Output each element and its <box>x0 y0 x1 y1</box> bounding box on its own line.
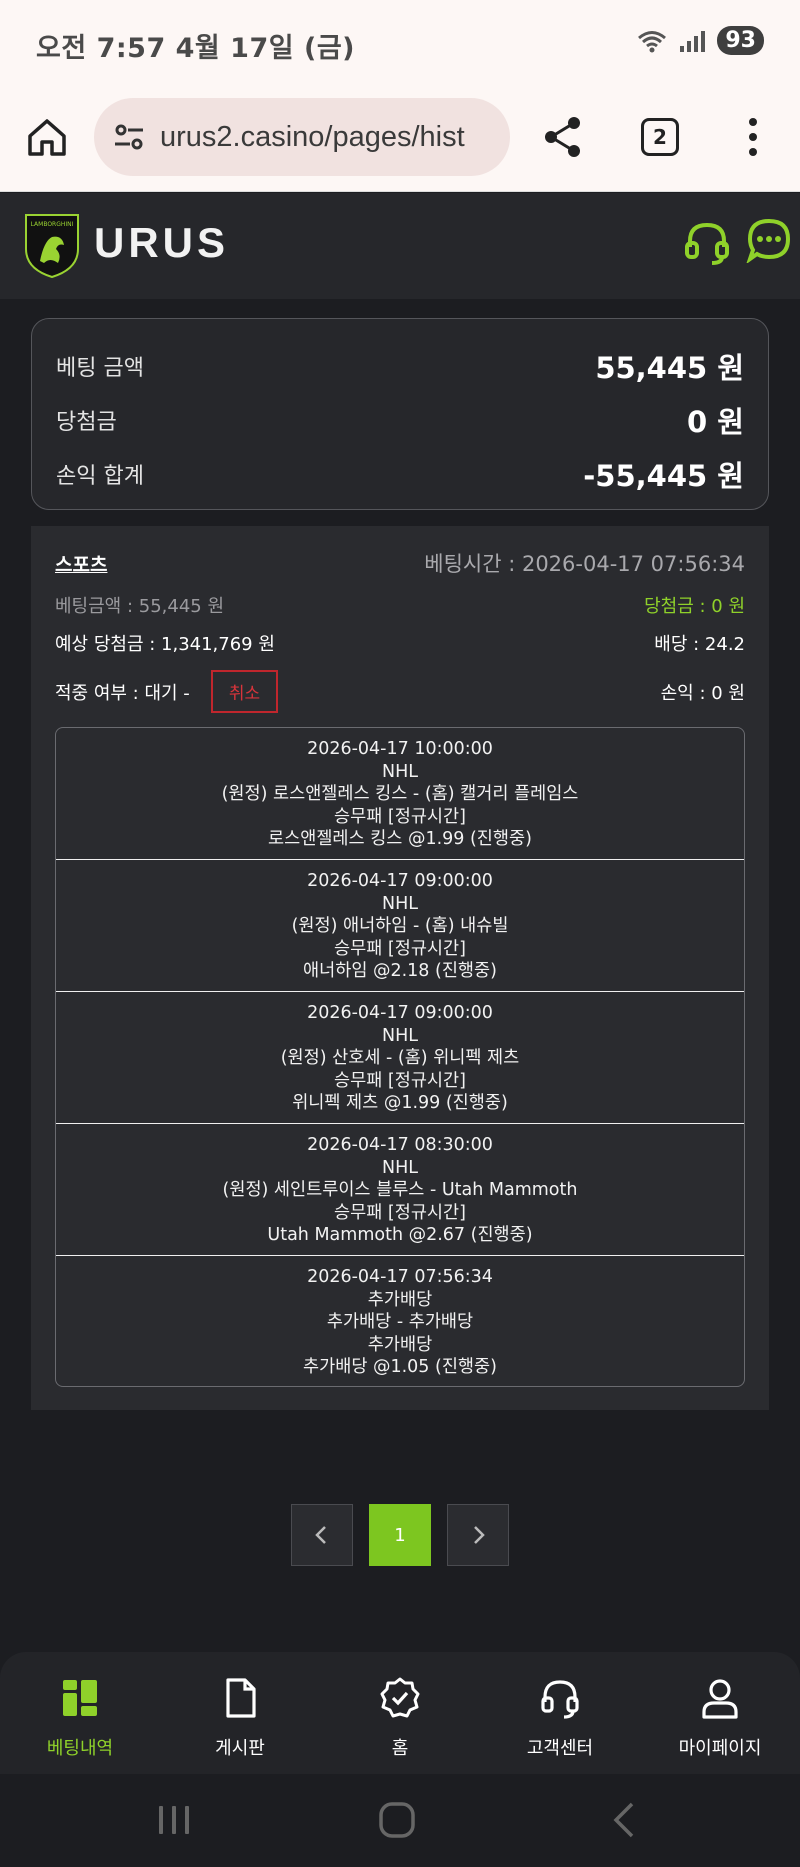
system-navigation-bar <box>0 1774 800 1867</box>
nav-item-mypage[interactable]: 마이페이지 <box>640 1652 800 1774</box>
bet-category-link[interactable]: 스포츠 <box>55 550 107 577</box>
page-button-current[interactable]: 1 <box>369 1504 431 1566</box>
summary-row-bet-amount: 베팅 금액 55,445 원 <box>56 345 744 387</box>
summary-value: -55,445 원 <box>583 459 744 493</box>
chevron-left-icon <box>315 1526 326 1544</box>
bet-record-panel: 스포츠 베팅시간 : 2026-04-17 07:56:34 베팅금액 : 55… <box>31 526 769 1410</box>
game-datetime: 2026-04-17 09:00:00 <box>307 1003 493 1023</box>
game-match: (원정) 애너하임 - (홈) 내슈빌 <box>291 916 509 937</box>
user-icon <box>702 1679 738 1719</box>
recent-apps-icon[interactable] <box>154 1800 194 1840</box>
game-list: 2026-04-17 10:00:00 NHL (원정) 로스앤젤레스 킹스 -… <box>55 727 745 1387</box>
bet-amount: 베팅금액 : 55,445 원 <box>55 596 225 617</box>
bottom-navigation: 베팅내역 게시판 홈 고객센터 마이페이지 <box>0 1652 800 1774</box>
brand-name: URUS <box>94 219 230 266</box>
game-market: 승무패 [정규시간] <box>334 1070 466 1091</box>
betting-summary-card: 베팅 금액 55,445 원 당첨금 0 원 손익 합계 -55,445 원 <box>31 318 769 510</box>
badge-check-icon <box>380 1677 420 1718</box>
bet-time: 베팅시간 : 2026-04-17 07:56:34 <box>424 552 745 576</box>
chevron-right-icon <box>474 1526 485 1544</box>
game-league: NHL <box>382 761 418 782</box>
battery-indicator: 93 <box>717 26 764 55</box>
game-item: 2026-04-17 10:00:00 NHL (원정) 로스앤젤레스 킹스 -… <box>56 728 744 860</box>
game-datetime: 2026-04-17 09:00:00 <box>307 871 493 891</box>
status-bar: 오전 7:57 4월 17일 (금) 93 <box>0 0 800 90</box>
chat-icon[interactable] <box>746 217 792 263</box>
svg-text:LAMBORGHINI: LAMBORGHINI <box>31 221 74 228</box>
status-icons: 93 <box>637 26 764 55</box>
summary-row-profit-total: 손익 합계 -55,445 원 <box>56 453 744 495</box>
game-pick: 로스앤젤레스 킹스 @1.99 (진행중) <box>268 829 532 850</box>
game-datetime: 2026-04-17 10:00:00 <box>307 739 493 759</box>
home-icon[interactable] <box>24 114 70 160</box>
headset-icon[interactable] <box>684 219 730 265</box>
lamborghini-logo[interactable]: LAMBORGHINI <box>22 211 82 279</box>
document-icon <box>226 1678 256 1718</box>
back-icon[interactable] <box>604 1800 644 1840</box>
game-item: 2026-04-17 09:00:00 NHL (원정) 애너하임 - (홈) … <box>56 860 744 992</box>
prev-page-button[interactable] <box>291 1504 353 1566</box>
system-home-icon[interactable] <box>377 1800 417 1840</box>
headset-icon <box>541 1680 579 1719</box>
summary-value: 55,445 원 <box>595 351 744 385</box>
summary-label: 손익 합계 <box>56 464 144 489</box>
more-menu-icon[interactable] <box>740 114 766 160</box>
game-market: 승무패 [정규시간] <box>334 938 466 959</box>
profit: 손익 : 0 원 <box>660 682 745 704</box>
status-time: 오전 7:57 4월 17일 (금) <box>36 33 355 64</box>
game-market: 추가배당 <box>367 1334 433 1355</box>
game-pick: 추가배당 @1.05 (진행중) <box>303 1357 497 1378</box>
nav-item-customer-center[interactable]: 고객센터 <box>480 1652 640 1774</box>
url-text: urus2.casino/pages/hist <box>160 120 465 153</box>
site-settings-icon[interactable] <box>112 120 146 154</box>
game-item: 2026-04-17 08:30:00 NHL (원정) 세인트루이스 블루스 … <box>56 1124 744 1256</box>
game-league: NHL <box>382 893 418 914</box>
next-page-button[interactable] <box>447 1504 509 1566</box>
game-league: NHL <box>382 1025 418 1046</box>
summary-row-winnings: 당첨금 0 원 <box>56 399 744 441</box>
nav-item-betting-history[interactable]: 베팅내역 <box>0 1652 160 1774</box>
game-match: (원정) 로스앤젤레스 킹스 - (홈) 캘거리 플레임스 <box>221 784 579 805</box>
nav-item-board[interactable]: 게시판 <box>160 1652 320 1774</box>
game-datetime: 2026-04-17 08:30:00 <box>307 1135 493 1155</box>
cancel-button[interactable]: 취소 <box>210 670 279 713</box>
summary-label: 당첨금 <box>56 410 117 435</box>
nav-label: 마이페이지 <box>678 1738 762 1759</box>
game-pick: 위니펙 제츠 @1.99 (진행중) <box>292 1093 508 1114</box>
game-market: 승무패 [정규시간] <box>334 1202 466 1223</box>
url-bar[interactable]: urus2.casino/pages/hist <box>94 98 510 176</box>
nav-label: 고객센터 <box>526 1738 594 1759</box>
tab-switcher-button[interactable]: 2 <box>641 118 679 156</box>
game-match: (원정) 산호세 - (홈) 위니펙 제츠 <box>280 1048 520 1069</box>
nav-label: 홈 <box>391 1738 409 1759</box>
summary-label: 베팅 금액 <box>56 356 144 381</box>
nav-item-home[interactable]: 홈 <box>320 1652 480 1774</box>
share-icon[interactable] <box>540 114 586 160</box>
game-item: 2026-04-17 07:56:34 추가배당 추가배당 - 추가배당 추가배… <box>56 1256 744 1386</box>
summary-value: 0 원 <box>687 405 744 439</box>
wifi-icon <box>638 30 667 52</box>
game-pick: 애너하임 @2.18 (진행중) <box>303 961 497 982</box>
game-league: NHL <box>382 1157 418 1178</box>
site-header: LAMBORGHINI URUS <box>0 193 800 299</box>
game-item: 2026-04-17 09:00:00 NHL (원정) 산호세 - (홈) 위… <box>56 992 744 1124</box>
nav-label: 베팅내역 <box>46 1738 114 1759</box>
betting-history-icon <box>63 1680 97 1716</box>
game-market: 승무패 [정규시간] <box>334 806 466 827</box>
game-match: (원정) 세인트루이스 블루스 - Utah Mammoth <box>222 1180 578 1201</box>
expected-win: 예상 당첨금 : 1,341,769 원 <box>55 634 275 655</box>
game-match: 추가배당 - 추가배당 <box>326 1312 474 1333</box>
game-datetime: 2026-04-17 07:56:34 <box>307 1267 493 1287</box>
signal-icon <box>680 30 706 52</box>
game-pick: Utah Mammoth @2.67 (진행중) <box>267 1225 533 1246</box>
odds: 배당 : 24.2 <box>654 634 745 655</box>
nav-label: 게시판 <box>215 1738 265 1759</box>
win-amount: 당첨금 : 0 원 <box>644 596 745 617</box>
browser-toolbar: urus2.casino/pages/hist 2 <box>0 90 800 192</box>
hit-status: 적중 여부 : 대기 - <box>55 683 190 704</box>
game-league: 추가배당 <box>367 1289 433 1310</box>
